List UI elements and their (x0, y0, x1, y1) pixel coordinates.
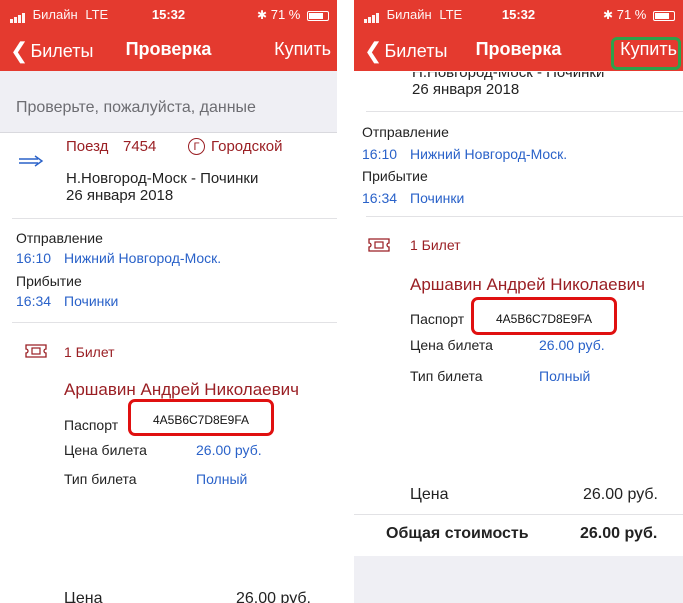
price-label: Цена билета (410, 337, 493, 353)
train-date: 26 января 2018 (412, 81, 520, 98)
battery: ✱ 71 % (257, 7, 329, 22)
grand-total-value: 26.00 руб. (580, 525, 658, 542)
total-price-value: 26.00 руб. (236, 590, 311, 603)
arrival-station: Починки (64, 293, 119, 309)
price-value: 26.00 руб. (196, 442, 262, 458)
battery-percent: 71 % (616, 7, 647, 22)
price-label: Цена билета (64, 442, 147, 458)
status-bar: Билайн LTE 15:32 ✱ 71 % (354, 7, 683, 24)
screen-right: Билайн LTE 15:32 ✱ 71 % ❮ Билеты Проверка… (354, 0, 683, 603)
arrival-label: Прибытие (16, 273, 82, 289)
buy-button[interactable]: Купить (274, 39, 331, 60)
hint-bar: Проверьте, пожалуйста, данные (0, 71, 337, 133)
arrival-label: Прибытие (362, 168, 428, 184)
passport-label: Паспорт (410, 311, 465, 327)
battery-percent: 71 % (270, 7, 301, 22)
battery-icon (307, 10, 329, 21)
arrival-time: 16:34 (362, 190, 398, 206)
screenshot-gap (337, 0, 354, 603)
bottom-area (354, 556, 683, 603)
train-number: 7454 (123, 138, 157, 155)
ticket-count: 1 Билет (410, 237, 461, 253)
total-price-value: 26.00 руб. (583, 486, 658, 503)
train-label: Поезд (66, 138, 109, 155)
passport-value: 4A5B6C7D8E9FA (495, 312, 593, 326)
battery: ✱ 71 % (603, 7, 675, 22)
ticket-type-label: Тип билета (410, 368, 483, 384)
ticket-type-label: Тип билета (64, 471, 137, 487)
arrival-time: 16:34 (16, 293, 52, 309)
divider (12, 218, 337, 219)
ticket-count: 1 Билет (64, 344, 115, 360)
passenger-name: Аршавин Андрей Николаевич (64, 380, 299, 399)
screen-left: Билайн LTE 15:32 ✱ 71 % ❮ Билеты Проверка… (0, 0, 337, 603)
passenger-name: Аршавин Андрей Николаевич (410, 275, 645, 294)
passport-highlight: 4A5B6C7D8E9FA (471, 297, 617, 335)
arrival-station: Починки (410, 190, 465, 206)
price-value: 26.00 руб. (539, 337, 605, 353)
passport-highlight: 4A5B6C7D8E9FA (128, 399, 274, 436)
ticket-type-value: Полный (196, 471, 248, 487)
passport-label: Паспорт (64, 417, 119, 433)
ticket-type-value: Полный (539, 368, 591, 384)
departure-label: Отправление (362, 124, 449, 140)
divider (12, 322, 337, 323)
status-bar: Билайн LTE 15:32 ✱ 71 % (0, 7, 337, 24)
passport-value: 4A5B6C7D8E9FA (152, 413, 250, 427)
navigation-bar: ❮ Билеты Проверка Купить (0, 33, 337, 65)
buy-button-highlight (611, 37, 681, 70)
train-arrow-icon (18, 155, 44, 167)
ticket-icon (25, 344, 47, 358)
departure-label: Отправление (16, 230, 103, 246)
top-bar: Билайн LTE 15:32 ✱ 71 % ❮ Билеты Проверка… (0, 0, 337, 71)
divider (354, 514, 683, 515)
departure-time: 16:10 (16, 250, 52, 266)
departure-station: Нижний Новгород-Моск. (410, 146, 568, 162)
departure-time: 16:10 (362, 146, 398, 162)
total-price-label: Цена (410, 486, 449, 503)
battery-icon (653, 10, 675, 21)
total-price-label: Цена (64, 590, 103, 603)
train-date: 26 января 2018 (66, 187, 174, 204)
train-route: Н.Новгород-Моск - Починки (66, 170, 259, 187)
divider (366, 216, 683, 217)
ticket-icon (368, 238, 390, 252)
departure-station: Нижний Новгород-Моск. (64, 250, 222, 266)
grand-total-label: Общая стоимость (386, 525, 529, 542)
hint-text: Проверьте, пожалуйста, данные (16, 99, 256, 116)
divider (366, 111, 683, 112)
train-type-badge: Г (188, 138, 205, 155)
train-type: Городской (211, 138, 283, 155)
top-bar: Билайн LTE 15:32 ✱ 71 % ❮ Билеты Проверка… (354, 0, 683, 71)
